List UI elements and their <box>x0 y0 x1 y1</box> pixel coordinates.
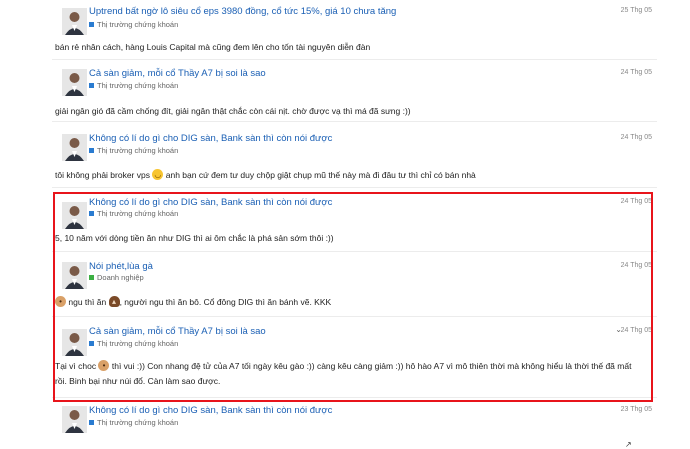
topic-link[interactable]: Nói phét,lùa gà <box>89 261 153 272</box>
category-square-icon <box>89 147 94 153</box>
post-date: 24 Thg 05 <box>620 327 652 334</box>
category-square-icon <box>89 210 94 216</box>
post-date: 24 Thg 05 <box>620 198 652 205</box>
post-date: 23 Thg 05 <box>620 406 652 413</box>
list-item: Nói phét,lùa gà Doanh nghiệp 24 Thg 05 •… <box>52 252 657 317</box>
topic-link[interactable]: Không có lí do gì cho DIG sàn, Bank sàn … <box>89 405 332 416</box>
topic-link[interactable]: Uptrend bất ngờ lô siêu cổ eps 3980 đồng… <box>89 6 396 17</box>
list-item: Không có lí do gì cho DIG sàn, Bank sàn … <box>52 398 657 448</box>
topic-link[interactable]: Cả sàn giảm, mỗi cổ Thầy A7 bị soi là sa… <box>89 68 266 79</box>
category-label[interactable]: Thị trường chứng khoán <box>89 146 178 155</box>
topic-link[interactable]: Không có lí do gì cho DIG sàn, Bank sàn … <box>89 133 332 144</box>
list-item: Không có lí do gì cho DIG sàn, Bank sàn … <box>52 188 657 252</box>
category-label[interactable]: Thị trường chứng khoán <box>89 418 178 427</box>
category-square-icon <box>89 82 94 88</box>
list-item: Uptrend bất ngờ lô siêu cổ eps 3980 đồng… <box>52 0 657 60</box>
dog-emoji: • <box>98 360 110 372</box>
category-label[interactable]: Thị trường chứng khoán <box>89 339 178 348</box>
post-excerpt: giải ngân gió đã cầm chống đít, giải ngâ… <box>55 106 411 116</box>
post-date: 24 Thg 05 <box>620 262 652 269</box>
avatar[interactable] <box>62 202 87 229</box>
post-excerpt: • ngu thì ăn ▴, người ngu thì ăn bô. Cổ … <box>55 295 331 310</box>
list-item: Cả sàn giảm, mỗi cổ Thầy A7 bị soi là sa… <box>52 317 657 398</box>
post-excerpt: 5, 10 năm với dòng tiền ăn như DIG thì a… <box>55 233 334 243</box>
list-item: Không có lí do gì cho DIG sàn, Bank sàn … <box>52 122 657 188</box>
category-label[interactable]: Thị trường chứng khoán <box>89 81 178 90</box>
poop-emoji: ▴ <box>108 296 120 308</box>
category-label[interactable]: Thị trường chứng khoán <box>89 20 178 29</box>
avatar[interactable] <box>62 329 87 356</box>
slight-smile-emoji: ◡ <box>152 169 164 181</box>
avatar[interactable] <box>62 8 87 35</box>
topic-link[interactable]: Không có lí do gì cho DIG sàn, Bank sàn … <box>89 197 332 208</box>
category-label[interactable]: Doanh nghiệp <box>89 273 144 282</box>
dog-emoji: • <box>55 296 66 308</box>
category-label[interactable]: Thị trường chứng khoán <box>89 209 178 218</box>
avatar[interactable] <box>62 69 87 96</box>
category-square-icon <box>89 340 94 346</box>
post-excerpt: tôi không phải broker vps ◡ anh bạn cứ đ… <box>55 169 476 181</box>
category-square-icon <box>89 419 94 425</box>
post-date: 24 Thg 05 <box>620 69 652 76</box>
avatar[interactable] <box>62 262 87 289</box>
avatar[interactable] <box>62 406 87 433</box>
post-excerpt: bán rẻ nhân cách, hàng Louis Capital mà … <box>55 42 371 52</box>
topic-link[interactable]: Cả sàn giảm, mỗi cổ Thầy A7 bị soi là sa… <box>89 326 266 337</box>
category-square-icon <box>89 21 94 27</box>
post-date: 24 Thg 05 <box>620 134 652 141</box>
post-date: 25 Thg 05 <box>620 7 652 14</box>
list-item: Cả sàn giảm, mỗi cổ Thầy A7 bị soi là sa… <box>52 60 657 122</box>
avatar[interactable] <box>62 134 87 161</box>
post-excerpt: Tại vì choc • thì vui :)) Con nhang đệ t… <box>55 360 632 386</box>
category-square-icon <box>89 274 94 280</box>
activity-feed: Uptrend bất ngờ lô siêu cổ eps 3980 đồng… <box>52 0 657 448</box>
